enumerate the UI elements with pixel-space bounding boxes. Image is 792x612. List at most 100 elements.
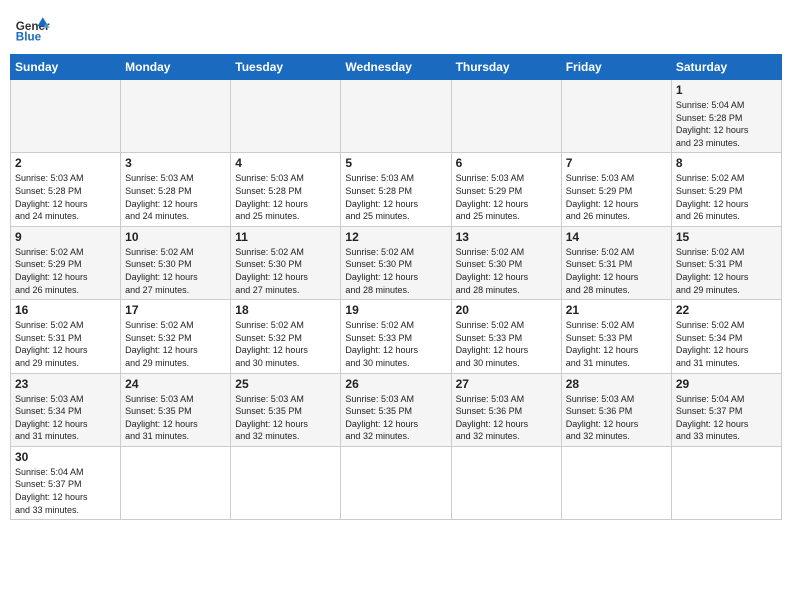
calendar-cell: 9 Sunrise: 5:02 AM Sunset: 5:29 PM Daylig…: [11, 226, 121, 299]
calendar-cell: [121, 446, 231, 519]
day-info: Sunrise: 5:02 AM Sunset: 5:32 PM Dayligh…: [235, 319, 336, 369]
calendar-cell: 27 Sunrise: 5:03 AM Sunset: 5:36 PM Dayli…: [451, 373, 561, 446]
day-info: Sunrise: 5:03 AM Sunset: 5:34 PM Dayligh…: [15, 393, 116, 443]
calendar-cell: 22Sunrise: 5:02 AM Sunset: 5:34 PM Dayli…: [671, 300, 781, 373]
day-info: Sunrise: 5:03 AM Sunset: 5:28 PM Dayligh…: [15, 172, 116, 222]
day-number: 1: [676, 83, 777, 97]
day-number: 13: [456, 230, 557, 244]
calendar-cell: [231, 80, 341, 153]
day-number: 11: [235, 230, 336, 244]
day-info: Sunrise: 5:02 AM Sunset: 5:30 PM Dayligh…: [125, 246, 226, 296]
calendar-cell: 5 Sunrise: 5:03 AM Sunset: 5:28 PM Daylig…: [341, 153, 451, 226]
calendar-week-3: 16Sunrise: 5:02 AM Sunset: 5:31 PM Dayli…: [11, 300, 782, 373]
calendar-week-5: 30Sunrise: 5:04 AM Sunset: 5:37 PM Dayli…: [11, 446, 782, 519]
day-info: Sunrise: 5:03 AM Sunset: 5:29 PM Dayligh…: [456, 172, 557, 222]
day-number: 26: [345, 377, 446, 391]
calendar-cell: 24Sunrise: 5:03 AM Sunset: 5:35 PM Dayli…: [121, 373, 231, 446]
calendar-cell: [451, 446, 561, 519]
calendar-cell: 21 Sunrise: 5:02 AM Sunset: 5:33 PM Dayli…: [561, 300, 671, 373]
day-info: Sunrise: 5:03 AM Sunset: 5:36 PM Dayligh…: [456, 393, 557, 443]
page-header: General Blue: [10, 10, 782, 46]
day-info: Sunrise: 5:03 AM Sunset: 5:35 PM Dayligh…: [345, 393, 446, 443]
day-number: 6: [456, 156, 557, 170]
weekday-thursday: Thursday: [451, 55, 561, 80]
day-number: 23: [15, 377, 116, 391]
calendar-cell: 19Sunrise: 5:02 AM Sunset: 5:33 PM Dayli…: [341, 300, 451, 373]
calendar-cell: 20 Sunrise: 5:02 AM Sunset: 5:33 PM Dayli…: [451, 300, 561, 373]
calendar-cell: 28 Sunrise: 5:03 AM Sunset: 5:36 PM Dayli…: [561, 373, 671, 446]
day-info: Sunrise: 5:02 AM Sunset: 5:31 PM Dayligh…: [15, 319, 116, 369]
calendar-table: SundayMondayTuesdayWednesdayThursdayFrid…: [10, 54, 782, 520]
calendar-cell: 23 Sunrise: 5:03 AM Sunset: 5:34 PM Dayli…: [11, 373, 121, 446]
calendar-cell: [341, 446, 451, 519]
calendar-cell: [561, 80, 671, 153]
calendar-cell: 25Sunrise: 5:03 AM Sunset: 5:35 PM Dayli…: [231, 373, 341, 446]
day-info: Sunrise: 5:04 AM Sunset: 5:37 PM Dayligh…: [676, 393, 777, 443]
day-number: 21: [566, 303, 667, 317]
calendar-cell: [121, 80, 231, 153]
day-info: Sunrise: 5:02 AM Sunset: 5:33 PM Dayligh…: [456, 319, 557, 369]
calendar-cell: 1 Sunrise: 5:04 AM Sunset: 5:28 PM Daylig…: [671, 80, 781, 153]
day-number: 4: [235, 156, 336, 170]
calendar-cell: [561, 446, 671, 519]
day-info: Sunrise: 5:03 AM Sunset: 5:28 PM Dayligh…: [235, 172, 336, 222]
calendar-cell: 16Sunrise: 5:02 AM Sunset: 5:31 PM Dayli…: [11, 300, 121, 373]
day-info: Sunrise: 5:02 AM Sunset: 5:33 PM Dayligh…: [345, 319, 446, 369]
calendar-cell: 8 Sunrise: 5:02 AM Sunset: 5:29 PM Daylig…: [671, 153, 781, 226]
day-info: Sunrise: 5:02 AM Sunset: 5:32 PM Dayligh…: [125, 319, 226, 369]
day-info: Sunrise: 5:02 AM Sunset: 5:30 PM Dayligh…: [235, 246, 336, 296]
day-number: 18: [235, 303, 336, 317]
day-info: Sunrise: 5:02 AM Sunset: 5:31 PM Dayligh…: [676, 246, 777, 296]
calendar-week-4: 23 Sunrise: 5:03 AM Sunset: 5:34 PM Dayli…: [11, 373, 782, 446]
calendar-cell: 14Sunrise: 5:02 AM Sunset: 5:31 PM Dayli…: [561, 226, 671, 299]
calendar-cell: 17 Sunrise: 5:02 AM Sunset: 5:32 PM Dayli…: [121, 300, 231, 373]
calendar-body: 1 Sunrise: 5:04 AM Sunset: 5:28 PM Daylig…: [11, 80, 782, 520]
day-number: 30: [15, 450, 116, 464]
svg-text:Blue: Blue: [16, 31, 42, 44]
calendar-cell: 12 Sunrise: 5:02 AM Sunset: 5:30 PM Dayli…: [341, 226, 451, 299]
day-info: Sunrise: 5:02 AM Sunset: 5:29 PM Dayligh…: [15, 246, 116, 296]
day-number: 12: [345, 230, 446, 244]
day-info: Sunrise: 5:02 AM Sunset: 5:33 PM Dayligh…: [566, 319, 667, 369]
day-info: Sunrise: 5:02 AM Sunset: 5:34 PM Dayligh…: [676, 319, 777, 369]
day-info: Sunrise: 5:03 AM Sunset: 5:36 PM Dayligh…: [566, 393, 667, 443]
calendar-cell: 13 Sunrise: 5:02 AM Sunset: 5:30 PM Dayli…: [451, 226, 561, 299]
day-number: 15: [676, 230, 777, 244]
logo-icon: General Blue: [14, 10, 50, 46]
calendar-cell: 29Sunrise: 5:04 AM Sunset: 5:37 PM Dayli…: [671, 373, 781, 446]
day-info: Sunrise: 5:03 AM Sunset: 5:29 PM Dayligh…: [566, 172, 667, 222]
day-info: Sunrise: 5:03 AM Sunset: 5:35 PM Dayligh…: [235, 393, 336, 443]
day-number: 24: [125, 377, 226, 391]
calendar-cell: 26 Sunrise: 5:03 AM Sunset: 5:35 PM Dayli…: [341, 373, 451, 446]
calendar-cell: 7 Sunrise: 5:03 AM Sunset: 5:29 PM Daylig…: [561, 153, 671, 226]
calendar-cell: 15 Sunrise: 5:02 AM Sunset: 5:31 PM Dayli…: [671, 226, 781, 299]
day-number: 14: [566, 230, 667, 244]
day-number: 27: [456, 377, 557, 391]
calendar-week-0: 1 Sunrise: 5:04 AM Sunset: 5:28 PM Daylig…: [11, 80, 782, 153]
day-number: 17: [125, 303, 226, 317]
logo: General Blue: [14, 10, 50, 46]
day-number: 28: [566, 377, 667, 391]
day-info: Sunrise: 5:02 AM Sunset: 5:29 PM Dayligh…: [676, 172, 777, 222]
day-number: 5: [345, 156, 446, 170]
weekday-saturday: Saturday: [671, 55, 781, 80]
calendar-cell: 4 Sunrise: 5:03 AM Sunset: 5:28 PM Daylig…: [231, 153, 341, 226]
calendar-cell: 6 Sunrise: 5:03 AM Sunset: 5:29 PM Daylig…: [451, 153, 561, 226]
calendar-cell: [341, 80, 451, 153]
day-number: 7: [566, 156, 667, 170]
day-info: Sunrise: 5:02 AM Sunset: 5:30 PM Dayligh…: [345, 246, 446, 296]
day-info: Sunrise: 5:02 AM Sunset: 5:30 PM Dayligh…: [456, 246, 557, 296]
day-number: 9: [15, 230, 116, 244]
calendar-cell: [451, 80, 561, 153]
day-number: 2: [15, 156, 116, 170]
calendar-cell: [11, 80, 121, 153]
day-info: Sunrise: 5:04 AM Sunset: 5:28 PM Dayligh…: [676, 99, 777, 149]
day-info: Sunrise: 5:03 AM Sunset: 5:28 PM Dayligh…: [345, 172, 446, 222]
day-number: 8: [676, 156, 777, 170]
day-number: 10: [125, 230, 226, 244]
weekday-sunday: Sunday: [11, 55, 121, 80]
calendar-cell: 3Sunrise: 5:03 AM Sunset: 5:28 PM Daylig…: [121, 153, 231, 226]
day-number: 20: [456, 303, 557, 317]
calendar-cell: [671, 446, 781, 519]
calendar-cell: 11 Sunrise: 5:02 AM Sunset: 5:30 PM Dayli…: [231, 226, 341, 299]
